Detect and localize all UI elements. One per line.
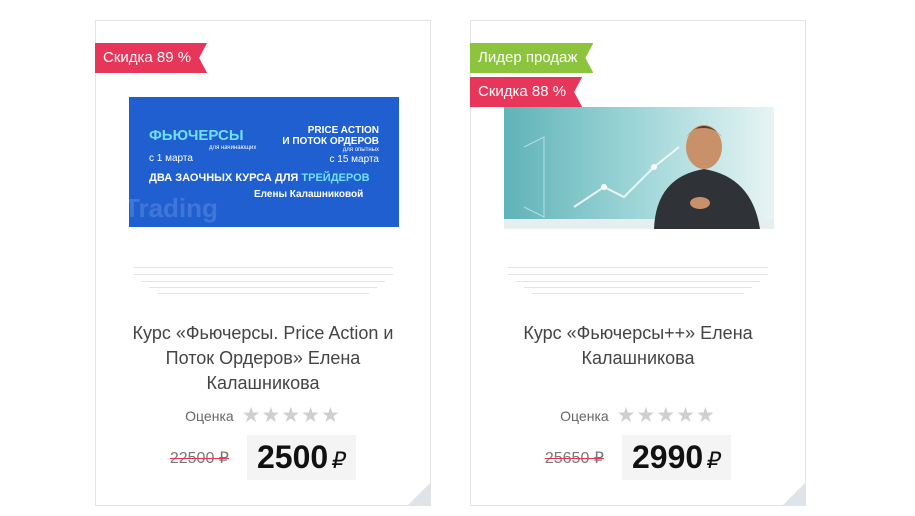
leader-badge: Лидер продаж xyxy=(470,43,593,73)
discount-badge: Скидка 88 % xyxy=(470,77,582,107)
product-card[interactable]: Скидка 89 % ФЬЮЧЕРСЫ для начинающих с 1 … xyxy=(95,20,431,506)
rating-stars[interactable]: ★★★★★ xyxy=(617,403,716,428)
banner-text: с 1 марта xyxy=(149,153,193,164)
course-image[interactable] xyxy=(504,107,774,229)
corner-fold xyxy=(783,483,805,505)
banner-watermark: Trading xyxy=(129,193,218,223)
star-icon[interactable]: ★ xyxy=(676,404,695,427)
rating: Оценка ★★★★★ xyxy=(96,403,430,428)
rating-stars[interactable]: ★★★★★ xyxy=(242,403,341,428)
course-banner: ФЬЮЧЕРСЫ для начинающих с 1 марта PRICE … xyxy=(129,97,399,227)
banner-text: ФЬЮЧЕРСЫ xyxy=(149,127,244,144)
star-icon[interactable]: ★ xyxy=(321,404,340,427)
old-price: 25650 ₽ xyxy=(544,449,604,467)
star-icon[interactable]: ★ xyxy=(696,404,715,427)
discount-badge: Скидка 89 % xyxy=(95,43,207,73)
star-icon[interactable]: ★ xyxy=(637,404,656,427)
rating: Оценка ★★★★★ xyxy=(471,403,805,428)
banner-text: PRICE ACTION xyxy=(307,125,379,136)
course-title[interactable]: Курс «Фьючерсы. Price Action и Поток Орд… xyxy=(116,321,410,396)
star-icon[interactable]: ★ xyxy=(262,404,281,427)
price-block: 22500 ₽ 2500 ₽ xyxy=(96,435,430,480)
course-image[interactable]: ФЬЮЧЕРСЫ для начинающих с 1 марта PRICE … xyxy=(129,97,399,227)
old-price: 22500 ₽ xyxy=(169,449,229,467)
banner-text: для опытных xyxy=(342,147,379,153)
new-price: 2990 ₽ xyxy=(621,435,732,480)
star-icon[interactable]: ★ xyxy=(617,404,636,427)
star-icon[interactable]: ★ xyxy=(656,404,675,427)
product-card[interactable]: Лидер продаж Скидка 88 % Курс «Фьючерсы+… xyxy=(470,20,806,506)
banner-text: для начинающих xyxy=(209,145,257,151)
star-icon[interactable]: ★ xyxy=(242,404,261,427)
trader-photo xyxy=(504,107,774,229)
banner-text: И ПОТОК ОРДЕРОВ xyxy=(282,136,379,147)
price-block: 25650 ₽ 2990 ₽ xyxy=(471,435,805,480)
star-icon[interactable]: ★ xyxy=(301,404,320,427)
star-icon[interactable]: ★ xyxy=(281,404,300,427)
banner-text: Елены Калашниковой xyxy=(254,189,364,200)
corner-fold xyxy=(408,483,430,505)
rating-label: Оценка xyxy=(185,407,234,424)
banner-text: с 15 марта xyxy=(329,154,380,165)
banner-headline: ДВА ЗАОЧНЫХ КУРСА ДЛЯ ТРЕЙДЕРОВ xyxy=(149,172,370,184)
rating-label: Оценка xyxy=(560,407,609,424)
course-title[interactable]: Курс «Фьючерсы++» Елена Калашникова xyxy=(511,321,765,371)
new-price: 2500 ₽ xyxy=(246,435,357,480)
